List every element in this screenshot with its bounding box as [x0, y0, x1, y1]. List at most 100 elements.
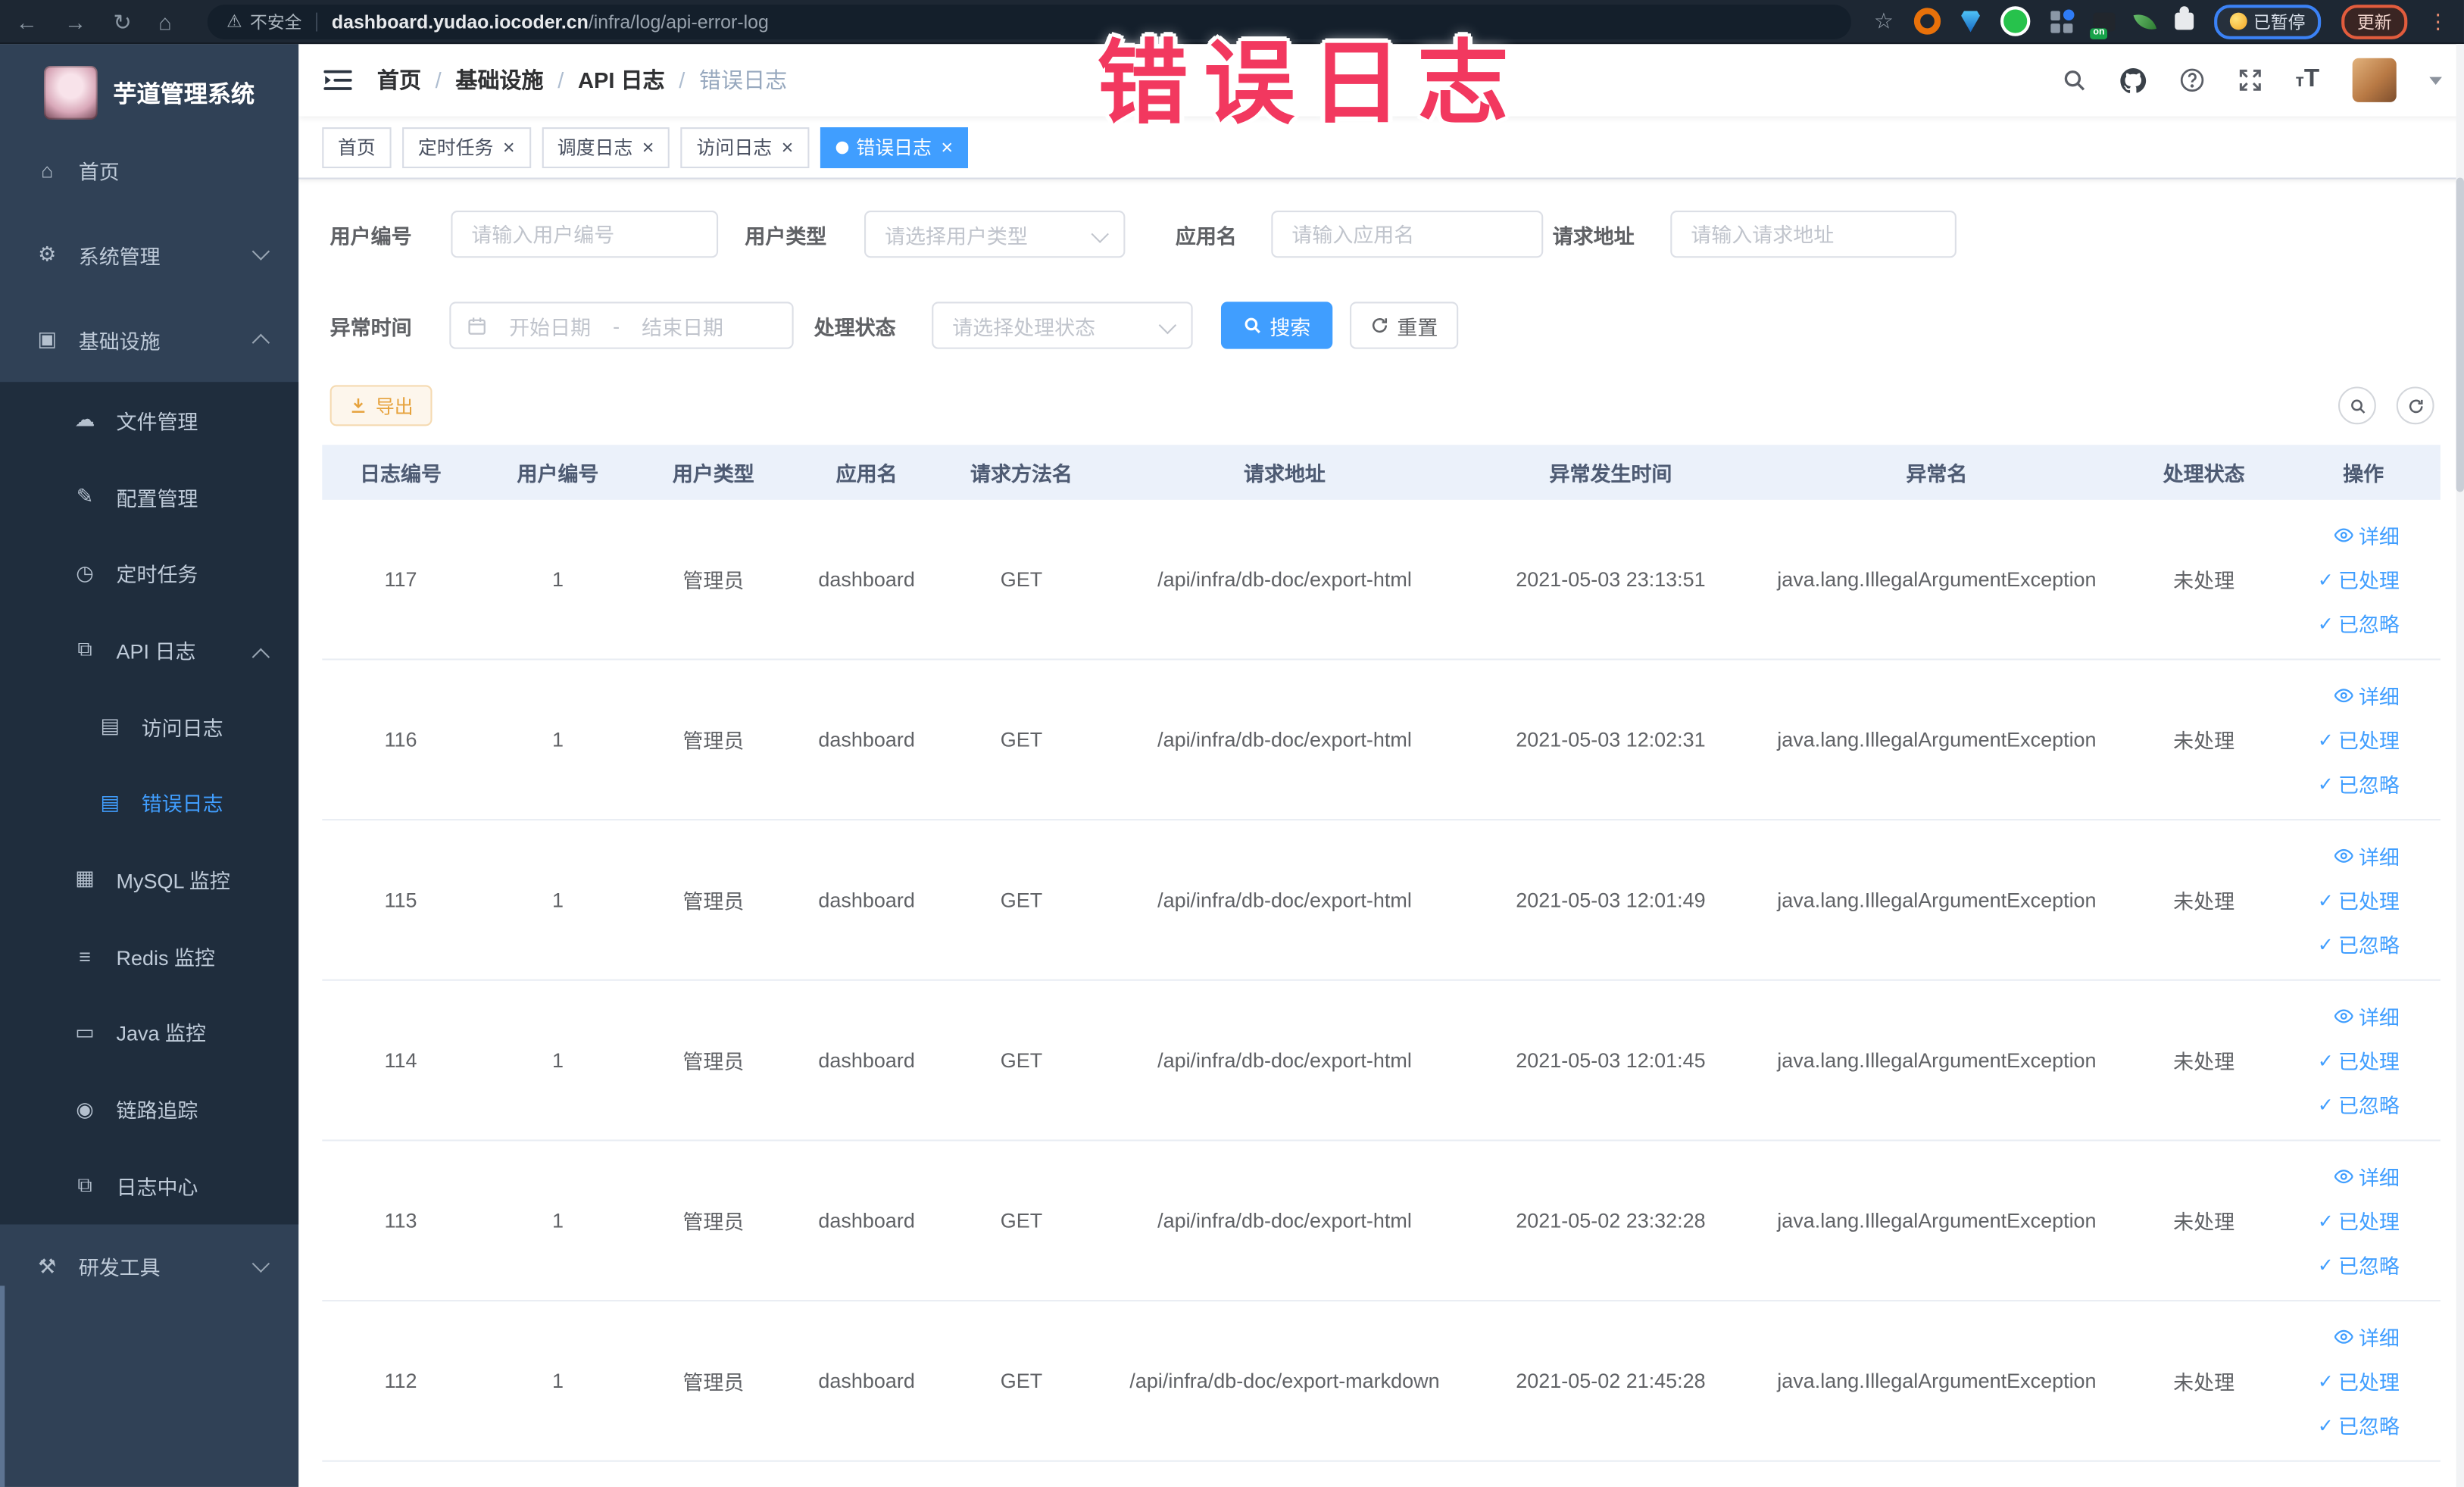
back-icon[interactable]: ← — [16, 10, 38, 32]
sidebar-item-访问日志[interactable]: ▤ 访问日志 — [0, 688, 298, 764]
check-icon: ✓ — [2317, 1209, 2334, 1232]
sidebar-item-日志中心[interactable]: ⧉ 日志中心 — [0, 1147, 298, 1223]
action-已处理[interactable]: ✓ 已处理 — [2318, 725, 2400, 754]
sidebar-item-定时任务[interactable]: ◷ 定时任务 — [0, 535, 298, 611]
sidebar-item-文件管理[interactable]: ☁ 文件管理 — [0, 382, 298, 458]
cloud-icon: ☁ — [74, 408, 95, 432]
action-已处理[interactable]: ✓ 已处理 — [2318, 1366, 2400, 1395]
column-header-异常发生时间: 异常发生时间 — [1549, 462, 1672, 486]
check-icon: ✓ — [2317, 612, 2334, 635]
sidebar-item-首页[interactable]: ⌂ 首页 — [0, 127, 298, 212]
collapse-sidebar-icon[interactable] — [323, 67, 352, 92]
cell-exception: java.lang.IllegalArgumentException — [1777, 567, 2097, 592]
action-详细[interactable]: 详细 — [2334, 680, 2400, 710]
refresh-icon — [1373, 318, 1388, 333]
extension-shield-icon[interactable] — [1961, 10, 1980, 33]
sidebar-item-label: 错误日志 — [141, 792, 223, 817]
fullscreen-icon[interactable] — [2238, 67, 2263, 92]
sidebar-item-研发工具[interactable]: ⚒ 研发工具 — [0, 1224, 298, 1309]
cell-user_type: 管理员 — [682, 1370, 745, 1395]
avatar-caret-down-icon[interactable] — [2429, 76, 2442, 85]
forward-icon[interactable]: → — [64, 10, 86, 32]
toggle-search-button[interactable] — [2338, 386, 2376, 425]
action-已处理[interactable]: ✓ 已处理 — [2318, 885, 2400, 914]
screen-icon: ▭ — [75, 1020, 95, 1044]
cell-url: /api/infra/db-doc/export-markdown — [1129, 1369, 1440, 1393]
sidebar-item-基础设施[interactable]: ▣ 基础设施 — [0, 297, 298, 382]
extensions-puzzle-icon[interactable] — [2175, 6, 2194, 30]
page-scrollbar-track[interactable] — [2456, 44, 2464, 1487]
tab-访问日志[interactable]: 访问日志 × — [680, 127, 810, 167]
extension-green-icon[interactable] — [2000, 6, 2031, 36]
extension-grid-icon[interactable] — [2050, 8, 2075, 33]
tab-错误日志[interactable]: 错误日志 × — [820, 127, 969, 167]
tab-定时任务[interactable]: 定时任务 × — [402, 127, 531, 167]
sidebar-item-配置管理[interactable]: ✎ 配置管理 — [0, 458, 298, 535]
breadcrumb-item-首页[interactable]: 首页 — [377, 64, 421, 96]
action-已忽略[interactable]: ✓ 已忽略 — [2318, 1089, 2400, 1119]
cell-method: GET — [1000, 567, 1043, 592]
tab-close-icon[interactable]: × — [642, 137, 654, 158]
update-pill[interactable]: 更新 — [2341, 4, 2408, 39]
search-button[interactable]: 搜索 — [1221, 301, 1333, 349]
extension-on-icon[interactable]: on — [2090, 11, 2116, 39]
process-status-select[interactable]: 请选择处理状态 — [932, 301, 1193, 349]
address-bar[interactable]: ⚠ 不安全 dashboard.yudao.iocoder.cn/infra/l… — [208, 4, 1852, 39]
filter-row-2: 异常时间 开始日期 - 结束日期 处理状态 请选择处理状态 搜索 重置 — [330, 301, 2464, 349]
export-button[interactable]: 导出 — [329, 385, 433, 426]
action-已忽略[interactable]: ✓ 已忽略 — [2318, 929, 2400, 958]
request-url-input[interactable] — [1670, 211, 1957, 258]
sidebar-item-错误日志[interactable]: ▤ 错误日志 — [0, 764, 298, 841]
breadcrumb-item-API 日志[interactable]: API 日志 — [578, 64, 665, 96]
action-详细[interactable]: 详细 — [2334, 841, 2400, 870]
action-详细[interactable]: 详细 — [2334, 1001, 2400, 1031]
reload-icon[interactable]: ↻ — [113, 10, 131, 32]
sidebar-item-API 日志[interactable]: ⧉ API 日志 — [0, 611, 298, 688]
sidebar-item-Java 监控[interactable]: ▭ Java 监控 — [0, 994, 298, 1070]
sidebar-item-Redis 监控[interactable]: ≡ Redis 监控 — [0, 917, 298, 994]
table-header-row: 日志编号 用户编号 用户类型 应用名 请求方法名 请求地址 异常发生时间 异常名 处理状态 操作 — [322, 445, 2441, 500]
refresh-table-button[interactable] — [2396, 386, 2434, 425]
bookmark-star-icon[interactable]: ☆ — [1874, 8, 1894, 34]
app-name-input[interactable] — [1271, 211, 1544, 258]
sidebar-item-链路追踪[interactable]: ◉ 链路追踪 — [0, 1070, 298, 1147]
exception-time-range-picker[interactable]: 开始日期 - 结束日期 — [449, 301, 794, 349]
sidebar-item-MySQL 监控[interactable]: ▦ MySQL 监控 — [0, 841, 298, 917]
sidebar-scrollbar-thumb[interactable] — [0, 1286, 5, 1487]
action-已忽略[interactable]: ✓ 已忽略 — [2318, 608, 2400, 638]
search-icon[interactable] — [2062, 67, 2087, 92]
url-domain: dashboard.yudao.iocoder.cn — [331, 10, 589, 33]
tab-close-icon[interactable]: × — [782, 137, 794, 158]
page-scrollbar-thumb[interactable] — [2456, 177, 2464, 492]
font-size-icon[interactable]: тT — [2296, 67, 2319, 92]
user-avatar[interactable] — [2352, 58, 2397, 102]
action-详细[interactable]: 详细 — [2334, 1322, 2400, 1351]
action-已忽略[interactable]: ✓ 已忽略 — [2318, 769, 2400, 798]
home-icon[interactable]: ⌂ — [158, 10, 172, 32]
sidebar-item-系统管理[interactable]: ⚙ 系统管理 — [0, 212, 298, 297]
action-详细[interactable]: 详细 — [2334, 520, 2400, 550]
extension-leaf-icon[interactable] — [2133, 9, 2157, 33]
github-icon[interactable] — [2119, 67, 2146, 93]
help-icon[interactable] — [2179, 67, 2204, 92]
main-area: 首页 / 基础设施 / API 日志 / 错误日志 тT 首页 定时任务 × 调… — [298, 44, 2464, 1487]
browser-menu-icon[interactable]: ⋮ — [2428, 8, 2448, 33]
action-已忽略[interactable]: ✓ 已忽略 — [2318, 1410, 2400, 1439]
reset-button[interactable]: 重置 — [1350, 301, 1459, 349]
tab-close-icon[interactable]: × — [941, 137, 953, 158]
user-type-select[interactable]: 请选择用户类型 — [864, 211, 1126, 258]
paused-extension-pill[interactable]: 已暂停 — [2214, 4, 2322, 39]
action-已处理[interactable]: ✓ 已处理 — [2318, 564, 2400, 594]
tab-close-icon[interactable]: × — [503, 137, 515, 158]
extension-orange-icon[interactable] — [1913, 8, 1941, 35]
tab-首页[interactable]: 首页 — [322, 127, 392, 167]
cell-user_type: 管理员 — [682, 729, 745, 753]
user-id-input[interactable] — [451, 211, 719, 258]
action-详细[interactable]: 详细 — [2334, 1161, 2400, 1191]
tab-label: 首页 — [338, 136, 376, 159]
action-已处理[interactable]: ✓ 已处理 — [2318, 1206, 2400, 1236]
tab-调度日志[interactable]: 调度日志 × — [541, 127, 670, 167]
breadcrumb-item-基础设施[interactable]: 基础设施 — [455, 64, 543, 96]
action-已忽略[interactable]: ✓ 已忽略 — [2318, 1250, 2400, 1279]
action-已处理[interactable]: ✓ 已处理 — [2318, 1045, 2400, 1075]
